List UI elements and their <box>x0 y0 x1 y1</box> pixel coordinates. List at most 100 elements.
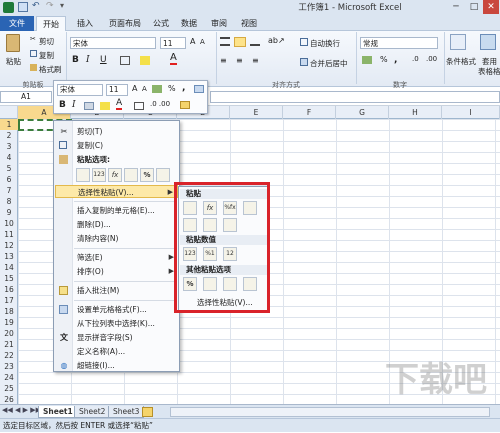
row-header[interactable]: 7 <box>0 185 18 196</box>
tab-formulas[interactable]: 公式 <box>148 16 174 31</box>
mini-font-color-icon[interactable]: A <box>116 99 123 110</box>
row-header[interactable]: 5 <box>0 163 18 174</box>
menu-item-copy[interactable]: 复制(C) <box>55 139 178 152</box>
currency-icon[interactable] <box>362 56 372 64</box>
menu-item-cut[interactable]: ✂ 剪切(T) <box>55 125 178 138</box>
maximize-button[interactable]: □ <box>466 0 482 14</box>
row-header[interactable]: 21 <box>0 339 18 350</box>
row-header[interactable]: 8 <box>0 196 18 207</box>
mini-painter-icon[interactable] <box>180 101 190 109</box>
menu-item-define-name[interactable]: 定义名称(A)... <box>55 345 178 358</box>
font-name-select[interactable]: 宋体 <box>70 37 156 49</box>
row-header[interactable]: 10 <box>0 218 18 229</box>
sheet-tab-1[interactable]: Sheet1 <box>38 406 78 418</box>
row-header[interactable]: 3 <box>0 141 18 152</box>
mini-decimal-icon[interactable]: .0 .00 <box>150 100 170 108</box>
horizontal-scrollbar[interactable] <box>170 407 490 417</box>
shrink-font-icon[interactable]: A <box>200 38 205 46</box>
tab-page-layout[interactable]: 页面布局 <box>104 16 146 31</box>
number-format-select[interactable]: 常规 <box>360 37 438 49</box>
paste-icon[interactable] <box>6 34 20 52</box>
tab-view[interactable]: 视图 <box>236 16 262 31</box>
tab-review[interactable]: 审阅 <box>206 16 232 31</box>
row-header[interactable]: 16 <box>0 284 18 295</box>
paste-option-formatting-icon[interactable]: % <box>140 168 154 182</box>
column-header-E[interactable]: E <box>230 106 283 119</box>
row-header[interactable]: 19 <box>0 317 18 328</box>
paste-option-link-icon[interactable] <box>156 168 170 182</box>
mini-shrink-font-icon[interactable]: A <box>142 85 147 93</box>
row-header[interactable]: 24 <box>0 372 18 383</box>
mini-comma-button[interactable]: , <box>182 83 185 93</box>
percent-button[interactable]: % <box>380 55 388 64</box>
name-box[interactable]: A1 <box>0 91 52 103</box>
row-header[interactable]: 14 <box>0 262 18 273</box>
font-size-select[interactable]: 11 <box>160 37 186 49</box>
row-header[interactable]: 13 <box>0 251 18 262</box>
row-header[interactable]: 15 <box>0 273 18 284</box>
mini-grow-font-icon[interactable]: A <box>132 84 137 93</box>
paste-option-paste-icon[interactable] <box>76 168 90 182</box>
borders-icon[interactable] <box>120 56 130 65</box>
row-header[interactable]: 23 <box>0 361 18 372</box>
row-header[interactable]: 25 <box>0 383 18 394</box>
menu-item-insert-copied[interactable]: 插入复制的单元格(E)... <box>55 204 178 217</box>
row-header[interactable]: 22 <box>0 350 18 361</box>
underline-button[interactable]: U <box>100 55 107 65</box>
row-header[interactable]: 9 <box>0 207 18 218</box>
column-header-G[interactable]: G <box>336 106 389 119</box>
decrease-decimal-icon[interactable]: .00 <box>426 55 437 63</box>
menu-item-sort[interactable]: 排序(O) ▶ <box>55 265 178 278</box>
paste-button[interactable]: 粘贴 <box>6 56 21 67</box>
menu-item-paste-special[interactable]: 选择性粘贴(V)... ▶ <box>55 185 178 198</box>
minimize-button[interactable]: ─ <box>448 0 464 14</box>
sheet-tab-2[interactable]: Sheet2 <box>74 406 111 418</box>
insert-sheet-icon[interactable] <box>142 407 153 417</box>
paste-option-transpose-icon[interactable] <box>124 168 138 182</box>
conditional-format-icon[interactable] <box>450 34 466 50</box>
menu-item-clear[interactable]: 清除内容(N) <box>55 232 178 245</box>
increase-decimal-icon[interactable]: .0 <box>412 55 419 63</box>
mini-align-icon[interactable] <box>84 102 94 110</box>
row-header[interactable]: 11 <box>0 229 18 240</box>
cond-format-button[interactable]: 条件格式 <box>446 56 476 67</box>
mini-percent-button[interactable]: % <box>168 84 176 93</box>
row-header[interactable]: 17 <box>0 295 18 306</box>
mini-italic-button[interactable]: I <box>72 100 76 110</box>
row-header[interactable]: 1 <box>0 119 18 130</box>
tab-data[interactable]: 数据 <box>176 16 202 31</box>
fill-color-icon[interactable] <box>140 56 150 65</box>
sheet-nav-arrows-icon[interactable]: ◀◀ ◀ ▶ ▶▶ <box>2 406 41 414</box>
column-header-I[interactable]: I <box>442 106 500 119</box>
align-top-icon[interactable] <box>220 37 230 46</box>
menu-item-delete[interactable]: 删除(D)... <box>55 218 178 231</box>
row-header[interactable]: 2 <box>0 130 18 141</box>
row-header[interactable]: 20 <box>0 328 18 339</box>
menu-item-filter[interactable]: 筛选(E) ▶ <box>55 251 178 264</box>
paste-option-formulas-icon[interactable]: fx <box>108 168 122 182</box>
close-button[interactable]: ✕ <box>483 0 499 14</box>
table-format-button-line2[interactable]: 表格格式 <box>478 66 500 77</box>
row-header[interactable]: 18 <box>0 306 18 317</box>
column-header-H[interactable]: H <box>389 106 442 119</box>
grow-font-icon[interactable]: A <box>190 37 195 46</box>
menu-item-phonetic[interactable]: 文显示拼音字段(S) <box>55 331 178 344</box>
formula-input[interactable] <box>210 91 500 103</box>
row-header[interactable]: 4 <box>0 152 18 163</box>
menu-item-format-cells[interactable]: 设置单元格格式(F)... <box>55 303 178 316</box>
align-bottom-icon[interactable] <box>250 38 260 46</box>
row-header[interactable]: 12 <box>0 240 18 251</box>
bold-button[interactable]: B <box>72 55 79 65</box>
align-center-icon[interactable]: ≡ <box>236 56 243 65</box>
align-left-icon[interactable]: ≡ <box>220 56 227 65</box>
align-middle-icon[interactable] <box>234 37 246 47</box>
tab-home[interactable]: 开始 <box>36 16 66 31</box>
font-color-icon[interactable]: A <box>170 53 177 65</box>
menu-item-pick-from-list[interactable]: 从下拉列表中选择(K)... <box>55 317 178 330</box>
mini-font-select[interactable]: 宋体 <box>57 84 103 96</box>
tab-file[interactable]: 文件 <box>0 16 34 31</box>
table-format-icon[interactable] <box>480 34 496 50</box>
mini-borders-icon[interactable] <box>134 102 144 110</box>
comma-button[interactable]: , <box>394 55 397 65</box>
mini-size-select[interactable]: 11 <box>106 84 128 96</box>
